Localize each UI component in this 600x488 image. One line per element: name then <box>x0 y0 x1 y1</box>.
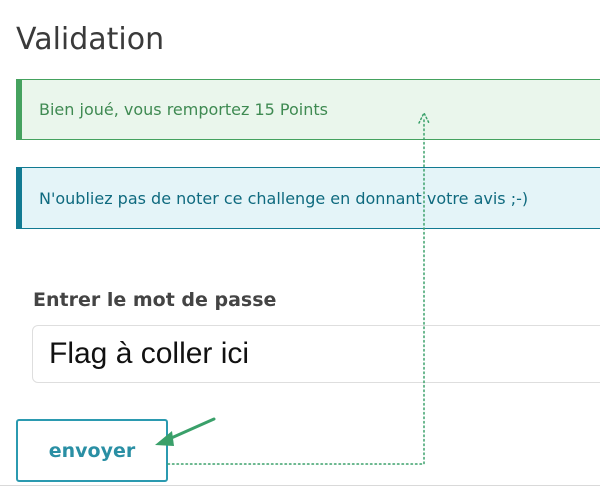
success-alert: Bien joué, vous remportez 15 Points <box>16 79 600 140</box>
submit-button[interactable]: envoyer <box>16 419 168 482</box>
password-label: Entrer le mot de passe <box>33 289 277 311</box>
success-alert-text: Bien joué, vous remportez 15 Points <box>39 100 328 119</box>
page-title: Validation <box>16 22 165 57</box>
flag-input[interactable] <box>32 325 600 383</box>
info-alert: N'oubliez pas de noter ce challenge en d… <box>16 167 600 229</box>
validation-page: Validation Bien joué, vous remportez 15 … <box>0 0 600 488</box>
bottom-divider <box>0 485 600 486</box>
annotation-overlay <box>155 111 430 465</box>
info-alert-text: N'oubliez pas de noter ce challenge en d… <box>39 188 529 208</box>
